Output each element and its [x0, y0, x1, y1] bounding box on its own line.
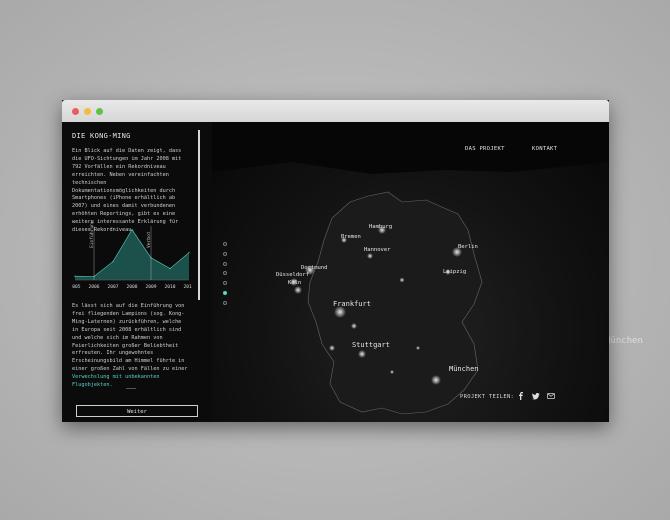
panel-paragraph-2-text: Es lässt sich auf die Einführung von fre…: [72, 303, 188, 373]
confusion-link[interactable]: Verwechslung mit unbekannten Flugobjekte…: [72, 374, 159, 388]
tick-label-2009: 2009: [145, 284, 156, 290]
panel-divider: [126, 388, 136, 389]
germany-night-map[interactable]: DAS PROJEKT KONTAKT Hamburg Bremen Hanno…: [212, 122, 609, 422]
tick-label-2010: 2010: [164, 284, 175, 290]
step-dot[interactable]: [223, 251, 227, 256]
panel-title: DIE KONG-MING: [72, 132, 131, 140]
facebook-icon[interactable]: [517, 392, 525, 400]
nav-kontakt[interactable]: KONTAKT: [532, 146, 557, 152]
tick-label-2008: 2008: [126, 284, 137, 290]
story-panel[interactable]: DIE KONG-MING Ein Blick auf die Daten ze…: [62, 122, 213, 422]
annotation-label-2006: Einführung: [89, 222, 95, 248]
chart-point-2007: [112, 260, 114, 263]
browser-window: DIE KONG-MING Ein Blick auf die Daten ze…: [62, 100, 609, 422]
minimize-window-icon[interactable]: [84, 108, 91, 115]
city-label-dortmund: Dortmund: [301, 265, 328, 271]
mail-icon[interactable]: [547, 392, 555, 400]
chart-point-2010: [169, 267, 171, 270]
tick-label-2005: 2005: [72, 284, 81, 290]
twitter-icon[interactable]: [532, 392, 540, 400]
city-label-koeln: Köln: [288, 280, 302, 286]
city-label-hannover: Hannover: [364, 247, 391, 253]
tick-label-2011: 2011: [183, 284, 192, 290]
chart-point-2005: [74, 275, 76, 277]
nav-das-projekt[interactable]: DAS PROJEKT: [465, 146, 505, 152]
tick-label-2007: 2007: [107, 284, 118, 290]
city-label-stuttgart: Stuttgart: [352, 341, 390, 349]
city-label-muenchen: München: [449, 365, 479, 373]
panel-paragraph-2: Es lässt sich auf die Einführung von fre…: [72, 303, 190, 390]
annotation-label-2009: Verbot: [146, 231, 152, 248]
ufo-sightings-chart: Einführung Verbot 2005 2006 2007 2008 2009 2010…: [72, 222, 192, 290]
map-graphic: [212, 122, 609, 415]
panel-scrollbar[interactable]: [198, 130, 200, 300]
weiter-button[interactable]: Weiter: [76, 405, 198, 417]
city-label-berlin: Berlin: [458, 244, 478, 250]
window-titlebar: [62, 100, 609, 122]
tick-label-2006: 2006: [88, 284, 99, 290]
maximize-window-icon[interactable]: [96, 108, 103, 115]
city-label-duesseldorf: Düsseldorf: [276, 272, 310, 278]
city-label-hamburg: Hamburg: [369, 224, 393, 230]
step-dot[interactable]: [223, 300, 227, 305]
background-ghost-text: München: [605, 336, 643, 346]
step-dot[interactable]: [223, 261, 227, 266]
city-label-leipzig: Leipzig: [443, 269, 467, 275]
city-label-bremen: Bremen: [341, 234, 361, 240]
chart-point-2011: [188, 252, 190, 254]
chart-point-2008: [131, 229, 133, 231]
step-dot[interactable]: [223, 242, 227, 246]
share-label: PROJEKT TEILEN:: [460, 394, 515, 400]
step-dot[interactable]: [223, 291, 227, 295]
close-window-icon[interactable]: [72, 108, 79, 115]
city-label-frankfurt: Frankfurt: [333, 300, 371, 308]
